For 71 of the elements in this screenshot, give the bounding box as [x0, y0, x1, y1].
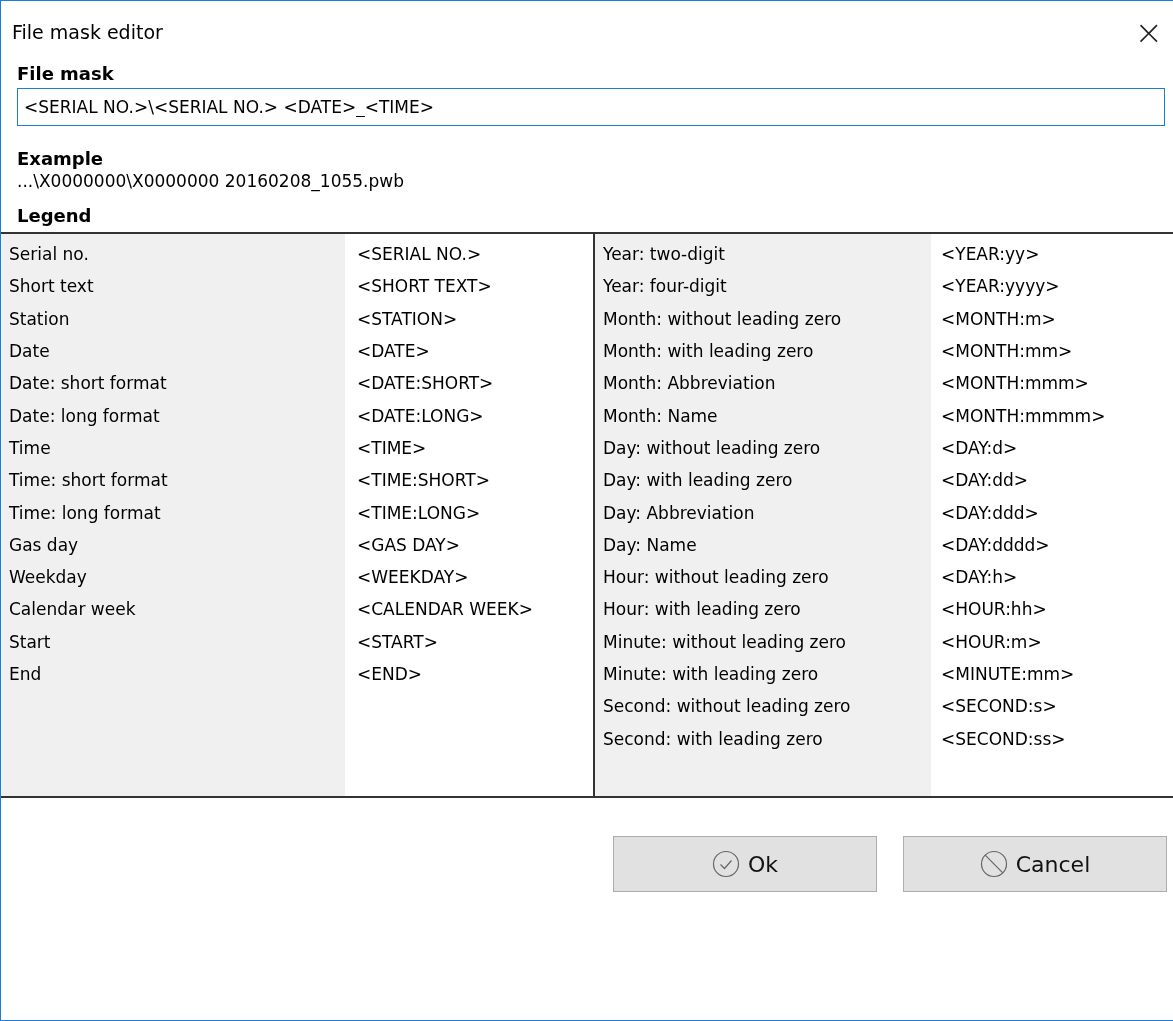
legend-token: <CALENDAR WEEK>: [357, 599, 533, 620]
legend-name: Year: two-digit: [603, 244, 725, 265]
legend-name: Month: with leading zero: [603, 341, 814, 362]
legend-token: <START>: [357, 631, 438, 652]
legend-token: <WEEKDAY>: [357, 567, 469, 588]
legend-token: <GAS DAY>: [357, 534, 460, 555]
legend-name: Day: Name: [603, 534, 697, 555]
legend-name: Time: long format: [9, 502, 161, 523]
legend-token: <MONTH:mmm>: [941, 373, 1089, 394]
file-mask-field[interactable]: <SERIAL NO.>\<SERIAL NO.> <DATE>_<TIME>: [17, 88, 1165, 126]
legend-name: Day: Abbreviation: [603, 502, 755, 523]
legend-token: <MONTH:mm>: [941, 341, 1073, 362]
legend-token: <TIME:LONG>: [357, 502, 481, 523]
legend-name: Minute: with leading zero: [603, 664, 819, 684]
legend-token: <HOUR:m>: [941, 631, 1042, 652]
legend-name: Month: without leading zero: [603, 308, 842, 329]
close-button[interactable]: ×: [1124, 15, 1173, 49]
legend-token: <TIME:SHORT>: [357, 470, 490, 491]
file-mask-label: File mask: [17, 63, 115, 84]
legend-name: Short text: [9, 276, 94, 297]
legend-token: <DATE>: [357, 341, 430, 362]
legend-token: <DAY:h>: [941, 567, 1018, 588]
legend-token: <DATE:LONG>: [357, 405, 484, 426]
prohibited-icon: [979, 850, 1008, 878]
legend-token: <DAY:dddd>: [941, 534, 1050, 555]
legend-name: Weekday: [9, 567, 87, 588]
legend-name: Gas day: [9, 534, 79, 555]
ok-button[interactable]: Ok: [613, 836, 877, 892]
legend-name: Hour: without leading zero: [603, 567, 829, 588]
legend-name: Time: short format: [9, 470, 168, 491]
legend-name: Year: four-digit: [603, 276, 727, 297]
legend-name: Date: short format: [9, 373, 167, 394]
example-text: ...\X0000000\X0000000 20160208_1055.pwb: [17, 171, 405, 191]
legend-name: Minute: without leading zero: [603, 631, 846, 652]
legend-name: Serial no.: [9, 244, 89, 265]
legend-name: Second: with leading zero: [603, 728, 823, 749]
legend-token: <YEAR:yyyy>: [941, 276, 1060, 297]
legend-token: <MONTH:mmmm>: [941, 405, 1106, 426]
legend-name: Second: without leading zero: [603, 696, 851, 717]
legend-token: <DAY:dd>: [941, 470, 1029, 491]
example-label: Example: [17, 148, 105, 169]
legend-name: Station: [9, 308, 70, 329]
legend-token: <SHORT TEXT>: [357, 276, 492, 297]
legend-token: <YEAR:yy>: [941, 244, 1040, 265]
legend-label: Legend: [17, 205, 93, 226]
legend-name: Month: Abbreviation: [603, 373, 776, 394]
legend-name: Calendar week: [9, 599, 136, 620]
legend-name: Month: Name: [603, 405, 718, 426]
legend-name: Date: long format: [9, 405, 160, 426]
legend-name: End: [9, 664, 42, 684]
legend-name: Day: with leading zero: [603, 470, 793, 491]
legend-name: Day: without leading zero: [603, 437, 821, 458]
legend-name: Time: [9, 437, 51, 458]
window-title: File mask editor: [12, 21, 163, 43]
legend-token: <DAY:d>: [941, 437, 1018, 458]
legend-token: <HOUR:hh>: [941, 599, 1047, 620]
legend-token: <SECOND:s>: [941, 696, 1057, 717]
cancel-button[interactable]: Cancel: [903, 836, 1167, 892]
checkmark-icon: [711, 850, 740, 878]
legend-name: Date: [9, 341, 50, 362]
legend-name: Hour: with leading zero: [603, 599, 801, 620]
legend-token: <STATION>: [357, 308, 458, 329]
legend-token: <SERIAL NO.>: [357, 244, 482, 265]
legend-token: <MONTH:m>: [941, 308, 1056, 329]
legend-token: <TIME>: [357, 437, 427, 458]
legend-name: Start: [9, 631, 51, 652]
legend-token: <SECOND:ss>: [941, 728, 1066, 749]
legend-token: <MINUTE:mm>: [941, 664, 1075, 684]
legend-token: <END>: [357, 664, 423, 684]
legend-token: <DAY:ddd>: [941, 502, 1039, 523]
legend-token: <DATE:SHORT>: [357, 373, 494, 394]
